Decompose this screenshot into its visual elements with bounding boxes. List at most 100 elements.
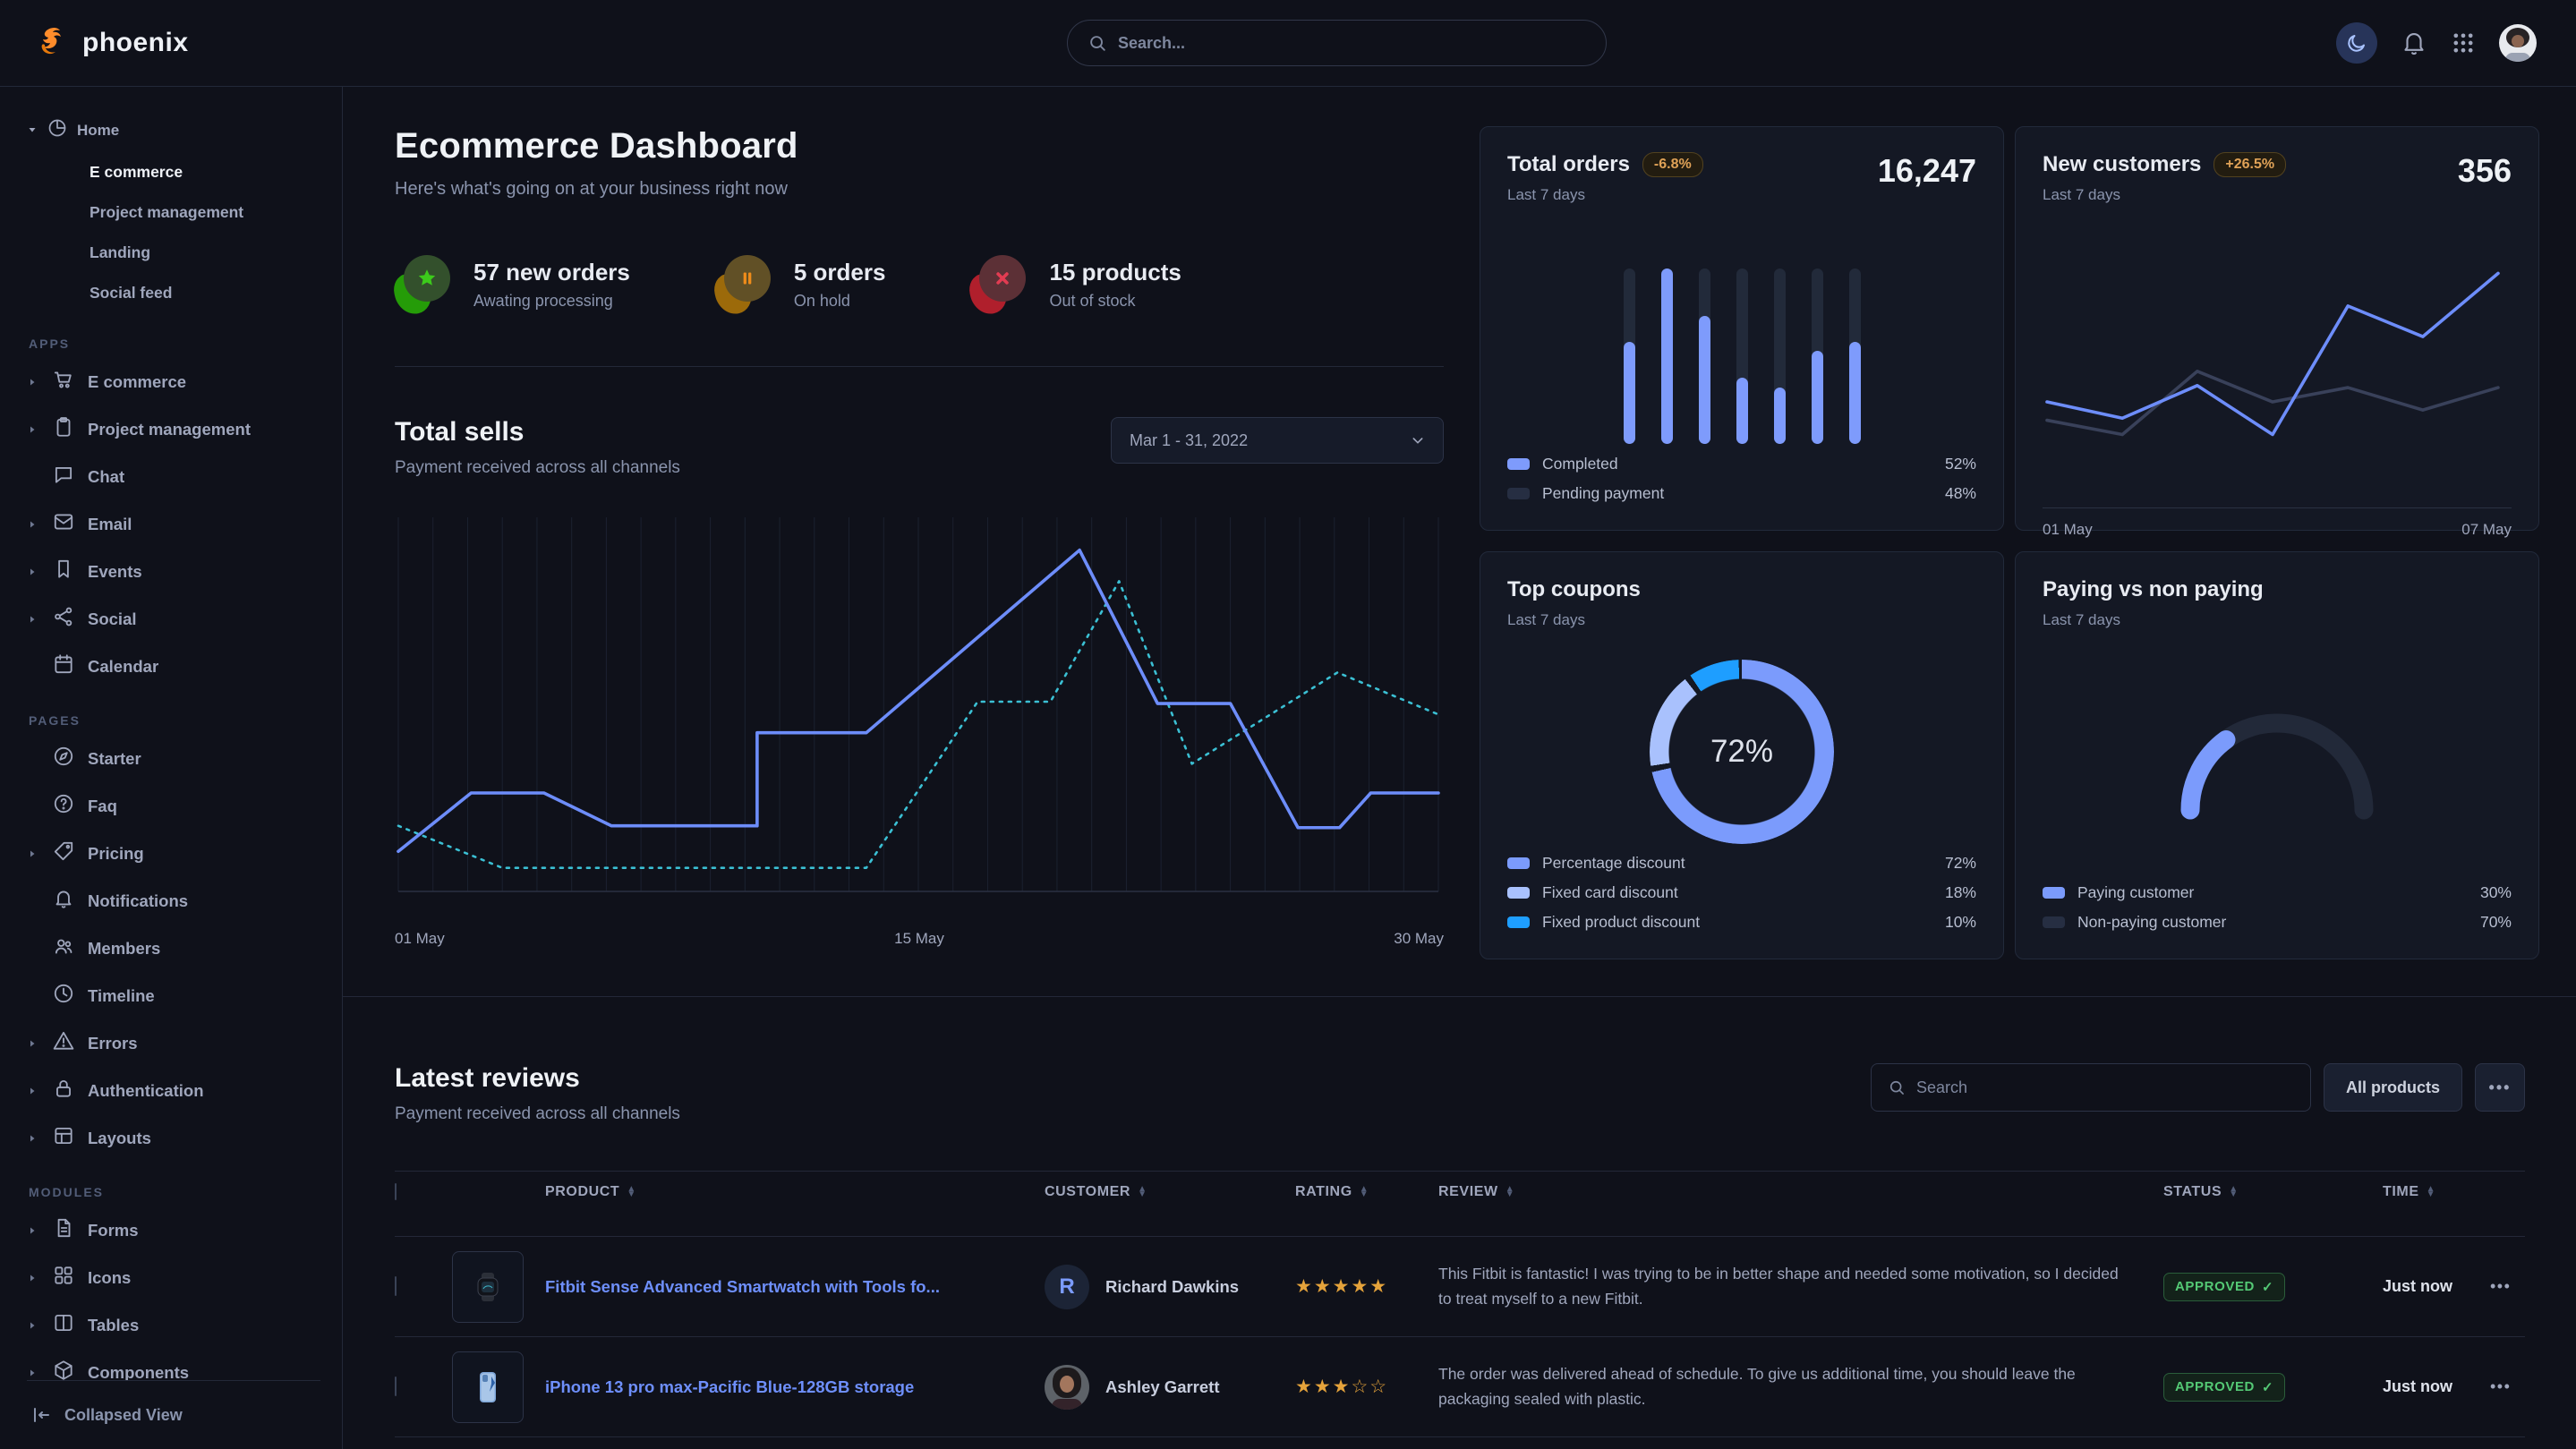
x-axis-label: 30 May [1394,930,1444,948]
home-submenu: E commerceProject managementLandingSocia… [90,152,320,313]
collapse-view-button[interactable]: Collapsed View [27,1380,320,1449]
sidebar-item-icons[interactable]: Icons [27,1254,320,1301]
sidebar-item-events[interactable]: Events [27,548,320,595]
paying-vs-nonpaying-card: Paying vs non paying Last 7 days Paying … [2015,551,2539,959]
sidebar-item-notifications[interactable]: Notifications [27,877,320,925]
select-all-checkbox[interactable] [395,1183,397,1200]
total-sells-chart: 01 May15 May30 May [395,512,1444,948]
sidebar-item-label: Members [88,939,160,959]
sidebar-item-home[interactable]: Home [27,112,320,149]
sidebar-item-faq[interactable]: Faq [27,782,320,830]
row-checkbox-cell [395,1377,452,1396]
customer-cell: Ashley Garrett [1045,1365,1295,1410]
search-icon [1888,1078,1906,1096]
sidebar-item-forms[interactable]: Forms [27,1206,320,1254]
row-checkbox-cell [395,1277,452,1296]
apps-menu-button[interactable] [2451,30,2476,55]
date-range-value: Mar 1 - 31, 2022 [1130,431,1248,450]
table-row: iPhone 13 pro max-Pacific Blue-128GB sto… [395,1337,2525,1437]
row-checkbox[interactable] [395,1276,397,1296]
customer-avatar: R [1045,1265,1089,1309]
sidebar-item-tables[interactable]: Tables [27,1301,320,1349]
legend-value: 52% [1945,455,1976,473]
sidebar-item-authentication[interactable]: Authentication [27,1067,320,1114]
global-search-input[interactable] [1118,34,1586,53]
sidebar-item-project-management[interactable]: Project management [90,192,320,233]
total-orders-badge: -6.8% [1642,152,1703,177]
column-header-status[interactable]: STATUS▲▼ [2163,1184,2383,1200]
reviews-search-input[interactable] [1916,1078,2294,1097]
product-link[interactable]: Fitbit Sense Advanced Smartwatch with To… [545,1277,940,1297]
sidebar-item-calendar[interactable]: Calendar [27,643,320,690]
stat-circle [979,255,1026,302]
reviews-search[interactable] [1871,1063,2311,1112]
sidebar-item-timeline[interactable]: Timeline [27,972,320,1019]
column-header-label: REVIEW [1438,1184,1498,1200]
sidebar-item-email[interactable]: Email [27,500,320,548]
mail-icon [52,510,75,538]
sidebar-item-chat[interactable]: Chat [27,453,320,500]
row-actions-button[interactable]: ••• [2490,1377,2511,1396]
notifications-button[interactable] [2401,30,2427,56]
top-navbar: phoenix [0,0,2576,87]
new-customers-badge: +26.5% [2213,152,2286,177]
sidebar-item-label: Notifications [88,891,188,911]
new-customers-period: Last 7 days [2043,186,2286,204]
table-row [395,1437,2525,1449]
order-bar-fill [1736,378,1748,444]
legend-value: 30% [2480,883,2512,902]
column-header-review[interactable]: REVIEW▲▼ [1438,1184,2163,1200]
sidebar-item-pricing[interactable]: Pricing [27,830,320,877]
layout-icon [52,1124,75,1152]
collapse-icon [30,1404,52,1426]
sidebar-item-errors[interactable]: Errors [27,1019,320,1067]
sidebar-item-starter[interactable]: Starter [27,735,320,782]
brand-name: phoenix [82,28,189,58]
sidebar-item-members[interactable]: Members [27,925,320,972]
legend-value: 10% [1945,913,1976,932]
sidebar-item-social-feed[interactable]: Social feed [90,273,320,313]
caret-right-icon [27,519,39,530]
user-avatar[interactable] [2499,24,2537,62]
sidebar-item-e-commerce[interactable]: E commerce [27,358,320,405]
stat-title: 15 products [1049,259,1181,286]
stat-x-icon [970,255,1026,314]
sidebar-item-label: Starter [88,749,141,769]
row-checkbox[interactable] [395,1377,397,1396]
stat-text: 5 ordersOn hold [794,259,886,311]
reviews-title: Latest reviews [395,1063,680,1094]
theme-toggle-button[interactable] [2336,22,2377,64]
status-label: APPROVED [2175,1379,2255,1394]
reviews-subtitle: Payment received across all channels [395,1104,680,1124]
legend-value: 48% [1945,484,1976,503]
column-header-rating[interactable]: RATING▲▼ [1295,1184,1438,1200]
top-coupons-legend: Percentage discount72%Fixed card discoun… [1507,848,1976,937]
sidebar-item-social[interactable]: Social [27,595,320,643]
column-header-product[interactable]: PRODUCT▲▼ [452,1184,1045,1200]
product-thumbnail [452,1351,524,1423]
column-header-time[interactable]: TIME▲▼ [2383,1184,2490,1200]
product-link[interactable]: iPhone 13 pro max-Pacific Blue-128GB sto… [545,1377,914,1397]
sidebar-item-label: Faq [88,797,117,816]
legend-label: Completed [1542,455,1618,473]
sidebar-item-project-management[interactable]: Project management [27,405,320,453]
sidebar-item-components[interactable]: Components [27,1349,320,1380]
date-range-select[interactable]: Mar 1 - 31, 2022 [1111,417,1444,464]
top-coupons-period: Last 7 days [1507,611,1641,629]
stat-circle [724,255,771,302]
more-options-button[interactable]: ••• [2475,1063,2525,1112]
customer-name: Richard Dawkins [1105,1277,1239,1297]
all-products-button[interactable]: All products [2324,1063,2462,1112]
row-actions-button[interactable]: ••• [2490,1277,2511,1296]
sidebar-item-layouts[interactable]: Layouts [27,1114,320,1162]
order-bar-fill [1774,388,1786,444]
column-header-label: STATUS [2163,1184,2222,1200]
phoenix-logo-icon [36,25,72,61]
sidebar-item-e-commerce[interactable]: E commerce [90,152,320,192]
sort-icon: ▲▼ [1138,1187,1147,1197]
global-search[interactable] [1067,20,1607,66]
column-header-customer[interactable]: CUSTOMER▲▼ [1045,1184,1295,1200]
sidebar-item-landing[interactable]: Landing [90,233,320,273]
stat-star-icon [395,255,450,314]
brand[interactable]: phoenix [36,25,189,61]
